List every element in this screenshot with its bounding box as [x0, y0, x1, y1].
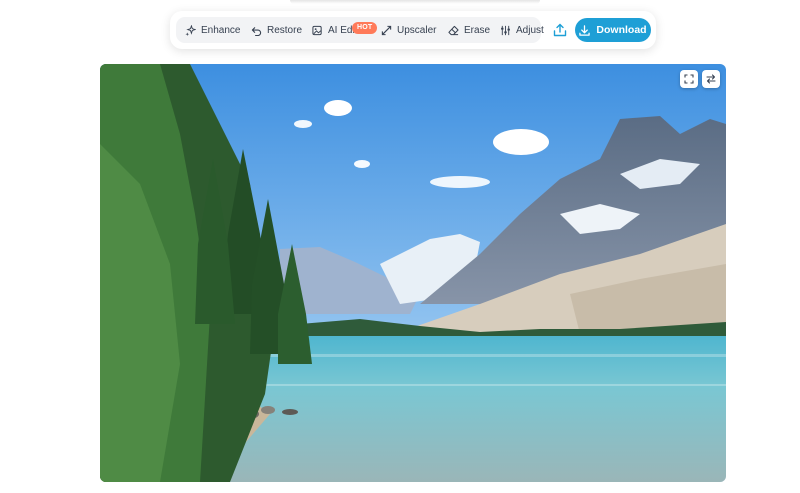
top-edge-shadow	[290, 0, 540, 4]
image-edit-icon	[312, 25, 322, 35]
fullscreen-button[interactable]	[680, 70, 698, 88]
compare-button[interactable]	[702, 70, 720, 88]
erase-label: Erase	[464, 24, 491, 36]
adjust-label: Adjust	[516, 24, 544, 36]
download-label: Download	[596, 24, 647, 36]
tool-group: Enhance Restore AI Editor HOT Upscaler E…	[176, 17, 544, 43]
fullscreen-icon	[684, 74, 694, 84]
enhance-label: Enhance	[201, 24, 241, 36]
share-button[interactable]	[548, 18, 572, 42]
editor-toolbar: Enhance Restore AI Editor HOT Upscaler E…	[170, 11, 656, 49]
eraser-icon	[448, 25, 459, 35]
download-icon	[579, 24, 591, 36]
restore-label: Restore	[267, 24, 303, 36]
adjust-tool[interactable]: Adjust	[500, 17, 544, 43]
download-button[interactable]: Download	[575, 18, 651, 42]
mountain-lake-photo	[100, 64, 726, 482]
enhance-tool[interactable]: Enhance	[185, 17, 240, 43]
restore-tool[interactable]: Restore	[251, 17, 302, 43]
hot-badge: HOT	[352, 22, 378, 34]
upload-icon	[553, 23, 567, 37]
image-preview[interactable]	[100, 64, 726, 482]
expand-arrows-icon	[381, 25, 392, 35]
erase-tool[interactable]: Erase	[448, 17, 490, 43]
sliders-icon	[501, 25, 510, 35]
upscaler-tool[interactable]: Upscaler	[381, 17, 436, 43]
sparkle-icon	[185, 24, 196, 36]
swap-compare-icon	[706, 74, 716, 84]
undo-arrow-icon	[251, 26, 262, 36]
upscaler-label: Upscaler	[397, 24, 437, 36]
